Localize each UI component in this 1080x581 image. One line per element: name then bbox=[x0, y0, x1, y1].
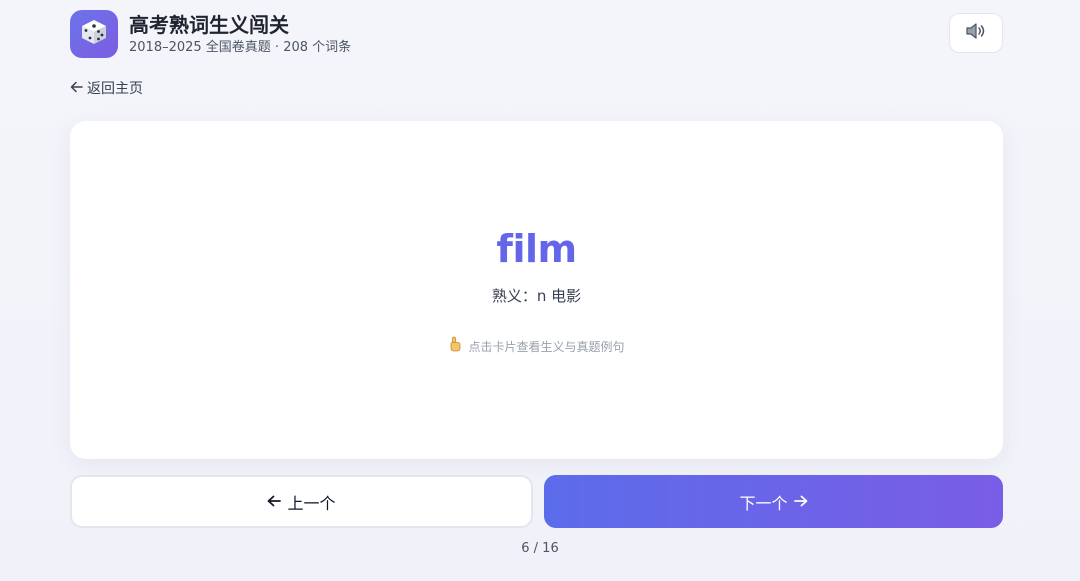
next-button-label: 下一个 bbox=[739, 493, 788, 513]
pointing-hand-icon bbox=[448, 336, 462, 358]
card-word: film bbox=[496, 227, 577, 271]
next-button[interactable]: 下一个 bbox=[544, 475, 1003, 528]
back-home-label: 返回主页 bbox=[87, 81, 143, 97]
app-header: 高考熟词生义闯关 2018–2025 全国卷真题 · 208 个词条 bbox=[70, 10, 1003, 58]
arrow-right-icon bbox=[793, 492, 808, 511]
app-title: 高考熟词生义闯关 bbox=[129, 13, 289, 37]
card-hint: 点击卡片查看生义与真题例句 bbox=[70, 336, 1003, 358]
previous-button[interactable]: 上一个 bbox=[70, 475, 533, 528]
app-subtitle: 2018–2025 全国卷真题 · 208 个词条 bbox=[129, 40, 352, 55]
progress-counter: 6 / 16 bbox=[521, 541, 559, 556]
card-hint-text: 点击卡片查看生义与真题例句 bbox=[468, 340, 625, 354]
speaker-icon bbox=[965, 21, 987, 45]
app-logo bbox=[70, 10, 118, 58]
arrow-left-icon bbox=[267, 492, 282, 511]
card-common-meaning: 熟义：n 电影 bbox=[491, 287, 582, 305]
back-home-link[interactable]: 返回主页 bbox=[70, 80, 143, 98]
sound-toggle-button[interactable] bbox=[949, 13, 1003, 53]
title-block: 高考熟词生义闯关 2018–2025 全国卷真题 · 208 个词条 bbox=[129, 12, 351, 56]
dice-icon bbox=[79, 17, 109, 51]
flashcard[interactable]: film 熟义：n 电影 点击卡片查看生义与真题例句 bbox=[70, 121, 1003, 459]
arrow-left-icon bbox=[70, 80, 83, 98]
previous-button-label: 上一个 bbox=[287, 493, 336, 513]
